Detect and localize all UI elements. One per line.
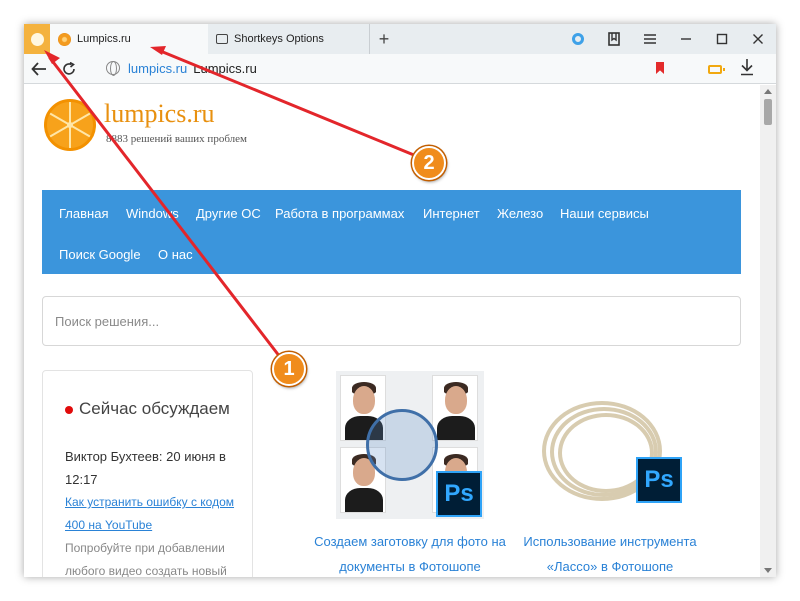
maximize-icon [716, 33, 728, 45]
widget-title: Сейчас обсуждаем [65, 399, 230, 419]
site-subtitle: 8883 решений ваших проблем [106, 133, 247, 145]
url-field[interactable]: lumpics.ru Lumpics.ru [102, 56, 688, 80]
menu-item-programs[interactable]: Работа в программах [275, 206, 404, 221]
address-bar: lumpics.ru Lumpics.ru [24, 54, 776, 84]
tab-label: Lumpics.ru [77, 33, 131, 45]
menu-item-other-os[interactable]: Другие ОС [196, 206, 261, 221]
download-button[interactable] [740, 58, 754, 81]
reload-icon [63, 61, 75, 75]
tab-shortkeys[interactable]: Shortkeys Options [208, 24, 370, 54]
url-host: lumpics.ru [128, 60, 188, 76]
article-title[interactable]: Создаем заготовку для фото на документы … [310, 529, 510, 577]
stamp-image [366, 409, 438, 481]
url-page-title: Lumpics.ru [193, 60, 257, 76]
comment-text: Попробуйте при добавлении любого видео с… [65, 541, 227, 577]
callout-1-badge: 1 [272, 352, 306, 386]
bookmarks-panel-icon [608, 32, 620, 46]
battery-icon[interactable] [708, 65, 725, 74]
scrollbar-thumb[interactable] [764, 99, 772, 125]
maximize-button[interactable] [704, 24, 740, 54]
article-title[interactable]: Использование инструмента «Лассо» в Фото… [510, 529, 710, 577]
bookmarks-panel-button[interactable] [596, 24, 632, 54]
back-button[interactable] [24, 54, 54, 84]
discussion-widget: Сейчас обсуждаем Виктор Бухтеев: 20 июня… [42, 370, 253, 577]
menu-item-hardware[interactable]: Железо [497, 206, 543, 221]
close-button[interactable] [740, 24, 776, 54]
back-arrow-icon [31, 61, 46, 76]
page-scrollbar[interactable] [760, 85, 776, 577]
orange-favicon-icon [58, 32, 71, 46]
menu-item-about[interactable]: О нас [158, 247, 193, 262]
article-thumbnail[interactable]: Ps [536, 371, 684, 519]
yandex-button-icon [30, 32, 44, 46]
menu-item-windows[interactable]: Windows [126, 206, 179, 221]
close-icon [753, 34, 763, 44]
comment-article-link[interactable]: Как устранить ошибку с кодом 400 на YouT… [65, 491, 245, 537]
search-box [42, 296, 741, 346]
extension-favicon-icon [216, 34, 228, 44]
photoshop-icon: Ps [436, 471, 482, 517]
menu-icon [644, 34, 656, 44]
download-icon [741, 59, 753, 76]
tab-bar: Lumpics.ru Shortkeys Options + [24, 24, 776, 54]
site-logo[interactable] [44, 99, 96, 151]
alice-button[interactable] [560, 24, 596, 54]
minimize-button[interactable] [668, 24, 704, 54]
live-dot-icon [65, 405, 73, 414]
photoshop-icon: Ps [636, 457, 682, 503]
scroll-up-arrow-icon[interactable] [764, 89, 772, 94]
page-content: lumpics.ru 8883 решений ваших проблем Гл… [24, 85, 760, 577]
menu-item-services[interactable]: Наши сервисы [560, 206, 649, 221]
yandex-button[interactable] [24, 24, 50, 54]
new-tab-button[interactable]: + [370, 24, 398, 54]
callout-2-badge: 2 [412, 146, 446, 180]
main-menu: Главная Windows Другие ОС Работа в прогр… [42, 190, 741, 274]
alice-icon [572, 33, 584, 45]
search-input[interactable] [43, 297, 740, 345]
minimize-icon [681, 38, 691, 40]
menu-item-home[interactable]: Главная [59, 206, 108, 221]
menu-button[interactable] [632, 24, 668, 54]
comment-author: Виктор Бухтеев: 20 июня в 12:17 [65, 449, 226, 487]
menu-item-internet[interactable]: Интернет [423, 206, 480, 221]
tab-lumpics[interactable]: Lumpics.ru [50, 24, 208, 54]
scroll-down-arrow-icon[interactable] [764, 568, 772, 573]
tab-label: Shortkeys Options [234, 33, 324, 45]
browser-window: Lumpics.ru Shortkeys Options + lumpics.r… [24, 24, 776, 577]
reload-button[interactable] [54, 54, 84, 84]
globe-icon [106, 61, 120, 76]
site-title[interactable]: lumpics.ru [104, 99, 215, 129]
article-thumbnail[interactable]: Ps [336, 371, 484, 519]
menu-item-google-search[interactable]: Поиск Google [59, 247, 141, 262]
